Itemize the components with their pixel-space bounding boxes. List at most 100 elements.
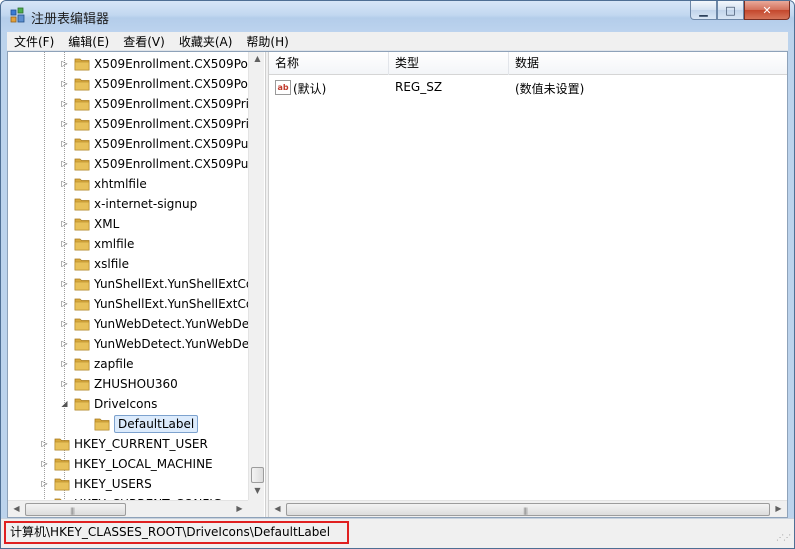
folder-open-icon (74, 398, 90, 411)
scrollbar-corner (248, 500, 264, 517)
tree-item-label: HKEY_CURRENT_USER (74, 437, 208, 451)
menu-bar: 文件(F) 编辑(E) 查看(V) 收藏夹(A) 帮助(H) (7, 32, 788, 51)
tree-item[interactable]: ▷ zapfile (8, 354, 248, 374)
menu-file[interactable]: 文件(F) (7, 33, 61, 50)
values-list[interactable]: 名称 类型 数据 ab (默认) REG_SZ (数值未设置) ◀ ||| ▶ (269, 52, 787, 517)
folder-icon (74, 78, 90, 91)
string-value-icon: ab (275, 80, 291, 95)
collapsed-arrow-icon[interactable]: ▷ (60, 179, 69, 188)
tree-item-label: YunWebDetect.YunWebDet (94, 317, 254, 331)
menu-edit[interactable]: 编辑(E) (61, 33, 116, 50)
status-path: 计算机\HKEY_CLASSES_ROOT\DriveIcons\Default… (4, 521, 349, 544)
minimize-button[interactable]: ▁ (690, 1, 717, 20)
menu-favorites[interactable]: 收藏夹(A) (172, 33, 240, 50)
tree-item[interactable]: ▷ YunShellExt.YunShellExtCor (8, 294, 258, 314)
registry-tree[interactable]: ▷ X509Enrollment.CX509Poli ▷ X509Enrollment… (8, 52, 264, 517)
tree-item[interactable]: ◢ DriveIcons (8, 394, 248, 414)
tree-item[interactable]: ▷ HKEY_USERS (8, 474, 248, 494)
tree-horizontal-scrollbar[interactable]: ◀ ||| ▶ (8, 500, 248, 517)
folder-icon (74, 258, 90, 271)
collapsed-arrow-icon[interactable]: ▷ (60, 359, 69, 368)
tree-item[interactable]: ▷ X509Enrollment.CX509Pub (8, 134, 256, 154)
tree-item-label: xslfile (94, 257, 129, 271)
collapsed-arrow-icon[interactable]: ▷ (60, 299, 69, 308)
tree-item[interactable]: ▷ ZHUSHOU360 (8, 374, 248, 394)
close-button[interactable]: ✕ (744, 1, 790, 20)
tree-vertical-scroll-thumb[interactable] (251, 467, 264, 483)
tree-item[interactable]: DefaultLabel (8, 414, 248, 434)
tree-item[interactable]: ▷ XML (8, 214, 248, 234)
scroll-right-arrow-icon[interactable]: ▶ (770, 504, 787, 513)
list-item[interactable]: ab (默认) REG_SZ (数值未设置) (269, 78, 787, 98)
registry-editor-window: 注册表编辑器 ▁ □ ✕ 文件(F) 编辑(E) 查看(V) 收藏夹(A) 帮助… (0, 0, 795, 549)
collapsed-arrow-icon[interactable]: ▷ (60, 339, 69, 348)
collapsed-arrow-icon[interactable]: ▷ (60, 119, 69, 128)
grip-icon: ||| (523, 507, 528, 515)
collapsed-arrow-icon[interactable]: ▷ (60, 219, 69, 228)
collapsed-arrow-icon[interactable]: ▷ (60, 79, 69, 88)
tree-item[interactable]: ▷ X509Enrollment.CX509Priv (8, 114, 256, 134)
maximize-icon: □ (725, 3, 736, 17)
collapsed-arrow-icon[interactable]: ▷ (60, 279, 69, 288)
folder-icon (74, 58, 90, 71)
tree-item[interactable]: ▷ X509Enrollment.CX509Poli (8, 74, 254, 94)
maximize-button[interactable]: □ (717, 1, 744, 20)
folder-icon (54, 438, 70, 451)
expanded-arrow-icon[interactable]: ◢ (60, 399, 69, 408)
tree-item-label: HKEY_USERS (74, 477, 152, 491)
list-horizontal-scroll-thumb[interactable]: ||| (286, 503, 770, 516)
tree-item-label: ZHUSHOU360 (94, 377, 178, 391)
collapsed-arrow-icon[interactable]: ▷ (60, 159, 69, 168)
tree-item[interactable]: ▷ HKEY_LOCAL_MACHINE (8, 454, 248, 474)
collapsed-arrow-icon[interactable]: ▷ (60, 139, 69, 148)
folder-icon (54, 458, 70, 471)
collapsed-arrow-icon[interactable]: ▷ (40, 439, 49, 448)
tree-item[interactable]: ▷ YunWebDetect.YunWebDet (8, 314, 253, 334)
collapsed-arrow-icon[interactable]: ▷ (40, 459, 49, 468)
main-content: ▷ X509Enrollment.CX509Poli ▷ X509Enrollment… (7, 51, 788, 518)
collapsed-arrow-icon[interactable]: ▷ (60, 59, 69, 68)
scroll-down-arrow-icon[interactable]: ▼ (249, 486, 264, 495)
menu-view[interactable]: 查看(V) (116, 33, 172, 50)
tree-vertical-scrollbar[interactable]: ▲ ▼ (248, 52, 264, 500)
collapsed-arrow-icon[interactable]: ▷ (60, 239, 69, 248)
scroll-up-arrow-icon[interactable]: ▲ (249, 54, 264, 63)
collapsed-arrow-icon[interactable]: ▷ (40, 479, 49, 488)
tree-item-label: X509Enrollment.CX509Poli (94, 77, 255, 91)
tree-item-label: X509Enrollment.CX509Poli (94, 57, 255, 71)
scroll-left-arrow-icon[interactable]: ◀ (269, 504, 286, 513)
tree-item-label-selected: DefaultLabel (114, 415, 199, 433)
column-header-name[interactable]: 名称 (269, 52, 389, 75)
tree-item[interactable]: ▷ X509Enrollment.CX509Poli (8, 54, 254, 74)
tree-item[interactable]: ▷ X509Enrollment.CX509Pub (8, 154, 256, 174)
tree-item-label: YunShellExt.YunShellExtCor (94, 297, 259, 311)
tree-item[interactable]: ▷ YunShellExt.YunShellExtCor (8, 274, 258, 294)
folder-icon (74, 318, 90, 331)
collapsed-arrow-icon[interactable]: ▷ (60, 259, 69, 268)
collapsed-arrow-icon[interactable]: ▷ (60, 99, 69, 108)
column-header-data[interactable]: 数据 (509, 52, 787, 75)
tree-item[interactable]: ▷ HKEY_CURRENT_USER (8, 434, 248, 454)
tree-item[interactable]: ▷ X509Enrollment.CX509Priv (8, 94, 256, 114)
tree-item[interactable]: ▷ YunWebDetect.YunWebDet (8, 334, 253, 354)
scroll-right-arrow-icon[interactable]: ▶ (231, 504, 248, 513)
scroll-left-arrow-icon[interactable]: ◀ (8, 504, 25, 513)
list-horizontal-scrollbar[interactable]: ◀ ||| ▶ (269, 500, 787, 517)
collapsed-arrow-icon[interactable]: ▷ (60, 379, 69, 388)
tree-horizontal-scroll-thumb[interactable]: ||| (25, 503, 126, 516)
menu-help[interactable]: 帮助(H) (239, 33, 295, 50)
tree-item[interactable]: ▷ xslfile (8, 254, 248, 274)
caption-buttons: ▁ □ ✕ (690, 1, 790, 20)
column-header-type[interactable]: 类型 (389, 52, 509, 75)
folder-icon (74, 198, 90, 211)
folder-icon (74, 278, 90, 291)
title-bar[interactable]: 注册表编辑器 ▁ □ ✕ (1, 1, 794, 32)
tree-item[interactable]: x-internet-signup (8, 194, 248, 214)
resize-grip-icon[interactable]: ⋰⋰ (776, 533, 791, 542)
grip-icon: ||| (70, 507, 75, 515)
tree-item[interactable]: ▷ xmlfile (8, 234, 248, 254)
tree-item[interactable]: ▷ xhtmlfile (8, 174, 248, 194)
collapsed-arrow-icon[interactable]: ▷ (60, 319, 69, 328)
tree-item-label: HKEY_LOCAL_MACHINE (74, 457, 213, 471)
tree-item-label: xmlfile (94, 237, 135, 251)
